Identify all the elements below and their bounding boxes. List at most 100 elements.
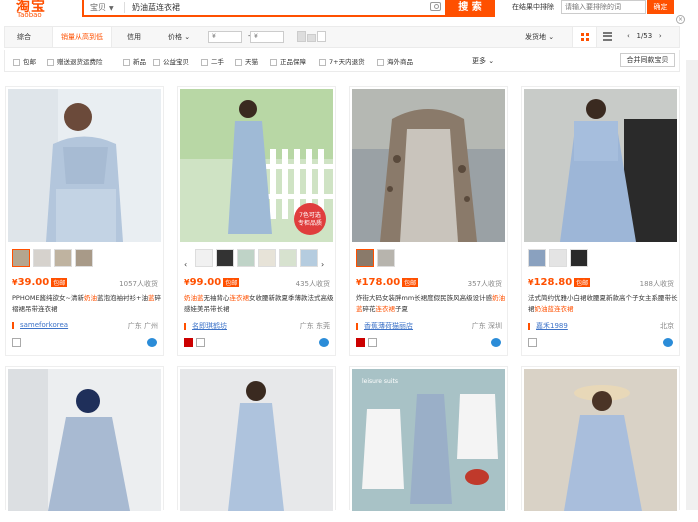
divider [124,2,125,13]
filter-return-insurance[interactable]: 赠送退货运费险 [47,56,103,66]
price-range-icon[interactable] [297,31,327,42]
chevron-left-icon[interactable]: ‹ [184,260,192,278]
product-card[interactable] [521,366,680,511]
product-image[interactable]: 7色可选 专柜品质 [180,89,333,242]
product-image[interactable] [180,369,333,522]
thumbnail[interactable] [54,249,72,267]
location: 广东 广州 [127,322,158,330]
thumbnail[interactable] [195,249,213,267]
store-icon [528,338,537,347]
sort-sales[interactable]: 销量从高到低 [52,27,112,47]
product-title[interactable]: 奶油蓝无袖背心连衣裙女收腰新款夏季薄款法式高级感娃美吊带长裙 [184,293,334,315]
free-shipping-badge: 包邮 [223,277,240,287]
sold-count: 1057人收货 [119,280,158,288]
thumbnail[interactable] [216,249,234,267]
store-icon [368,338,377,347]
sort-credit[interactable]: 信用 [127,32,141,42]
thumbnail[interactable] [570,249,588,267]
product-image[interactable] [8,89,161,242]
product-title[interactable]: PPHOME酱纯欲女~清新奶油蓝泡泡袖衬衫+油蓝碎褶裙吊带连衣裙 [12,293,162,315]
thumbnail[interactable] [549,249,567,267]
thumbnail[interactable] [528,249,546,267]
thumbnail[interactable] [356,249,374,267]
thumbnail[interactable] [258,249,276,267]
close-icon[interactable]: × [676,15,685,24]
thumbnail[interactable] [75,249,93,267]
product-photo [524,369,677,511]
sold-count: 188人收货 [639,280,674,288]
thumbnail[interactable] [377,249,395,267]
thumbnail-list [528,249,591,269]
merge-same-button[interactable]: 合并同款宝贝 [620,53,675,67]
chevron-down-icon: ⌄ [182,33,191,41]
chevron-left-icon[interactable]: ‹ [627,32,630,40]
service-icons [184,338,208,347]
sort-bar: 综合 销量从高到低 信用 价格 ⌄ ¥ - ¥ 发货地 ⌄ ‹ 1/53 › [4,26,680,48]
product-image[interactable] [8,369,161,522]
chevron-right-icon[interactable]: › [321,260,329,278]
filter-7day-return[interactable]: 7+天内退货 [319,56,365,66]
chat-icon[interactable] [491,338,501,347]
price-to-input[interactable]: ¥ [250,31,284,43]
product-card[interactable]: 7色可选 专柜品质 ‹ › ¥99.00 包邮 435人收货 奶油蓝无袖背心连衣裙女… [177,86,336,356]
product-photo [8,369,161,511]
chat-icon[interactable] [147,338,157,347]
list-view-icon[interactable] [603,32,612,41]
filter-free-shipping[interactable]: 包邮 [13,56,36,66]
product-photo [524,89,677,242]
thumbnail[interactable] [300,249,318,267]
shop-link[interactable]: 名即琪鹤坊 [184,321,227,331]
taobao-logo[interactable]: 淘宝 Taobao [10,0,60,20]
filter-overseas[interactable]: 海外商品 [377,56,413,66]
thumbnail[interactable] [12,249,30,267]
product-card[interactable]: ¥128.80 包邮 188人收货 法式简约优雅小白裙收腰夏新款高个子女主系腰带长… [521,86,680,356]
sort-price[interactable]: 价格 ⌄ [168,32,190,42]
price-from-input[interactable]: ¥ [208,31,242,43]
product-price: ¥178.00 包邮 [356,277,419,288]
thumbnail[interactable] [33,249,51,267]
sold-count: 357人收货 [467,280,502,288]
sort-default[interactable]: 综合 [17,32,31,42]
product-image[interactable] [524,89,677,242]
filter-new[interactable]: 新品 [123,56,146,66]
store-icon [12,338,21,347]
chat-icon[interactable] [319,338,329,347]
filter-secondhand[interactable]: 二手 [201,56,224,66]
thumbnail[interactable] [237,249,255,267]
product-photo [352,89,505,242]
free-shipping-badge: 包邮 [51,277,68,287]
chat-icon[interactable] [663,338,673,347]
camera-icon[interactable] [430,2,441,11]
product-image[interactable]: leisure suits [352,369,505,522]
search-button[interactable]: 搜 索 [445,0,495,17]
exclude-input[interactable] [561,0,646,14]
product-price: ¥128.80 包邮 [528,277,591,288]
filter-genuine[interactable]: 正品保障 [270,56,306,66]
exclude-confirm-button[interactable]: 确定 [647,0,674,14]
sold-count: 435人收货 [295,280,330,288]
product-card[interactable] [5,366,164,511]
more-filters[interactable]: 更多 ⌄ [472,56,494,66]
product-card[interactable]: ¥39.00 包邮 1057人收货 PPHOME酱纯欲女~清新奶油蓝泡泡袖衬衫+油… [5,86,164,356]
product-image[interactable] [352,89,505,242]
product-card[interactable]: ¥178.00 包邮 357人收货 炸街大码女装胖mm长裙度假民族风高级设计感奶油… [349,86,508,356]
product-title[interactable]: 炸街大码女装胖mm长裙度假民族风高级设计感奶油蓝碎花连衣裙子夏 [356,293,506,315]
product-card[interactable]: leisure suits [349,366,508,511]
chevron-right-icon[interactable]: › [659,32,662,40]
product-price: ¥39.00 包邮 [12,277,68,288]
exclude-label: 在结果中排除 [512,3,554,11]
product-card[interactable] [177,366,336,511]
filter-tmall[interactable]: 天猫 [235,56,258,66]
filter-charity[interactable]: 公益宝贝 [153,56,189,66]
thumbnail[interactable] [279,249,297,267]
search-input[interactable]: 奶油蓝连衣裙 [132,2,180,13]
ship-from-select[interactable]: 发货地 ⌄ [525,32,554,42]
shop-link[interactable]: 香蕉薄荷猫丽店 [356,321,413,331]
location: 广东 深圳 [471,322,502,330]
product-title[interactable]: 法式简约优雅小白裙收腰夏新款高个子女主系腰带长裙奶油蓝连衣裙 [528,293,678,315]
shop-link[interactable]: 嘉禾1989 [528,321,568,331]
grid-view-icon[interactable] [572,27,597,47]
shop-link[interactable]: sameforkorea [12,321,68,329]
product-image[interactable] [524,369,677,522]
search-category-select[interactable]: 宝贝 ▼ [90,2,114,13]
